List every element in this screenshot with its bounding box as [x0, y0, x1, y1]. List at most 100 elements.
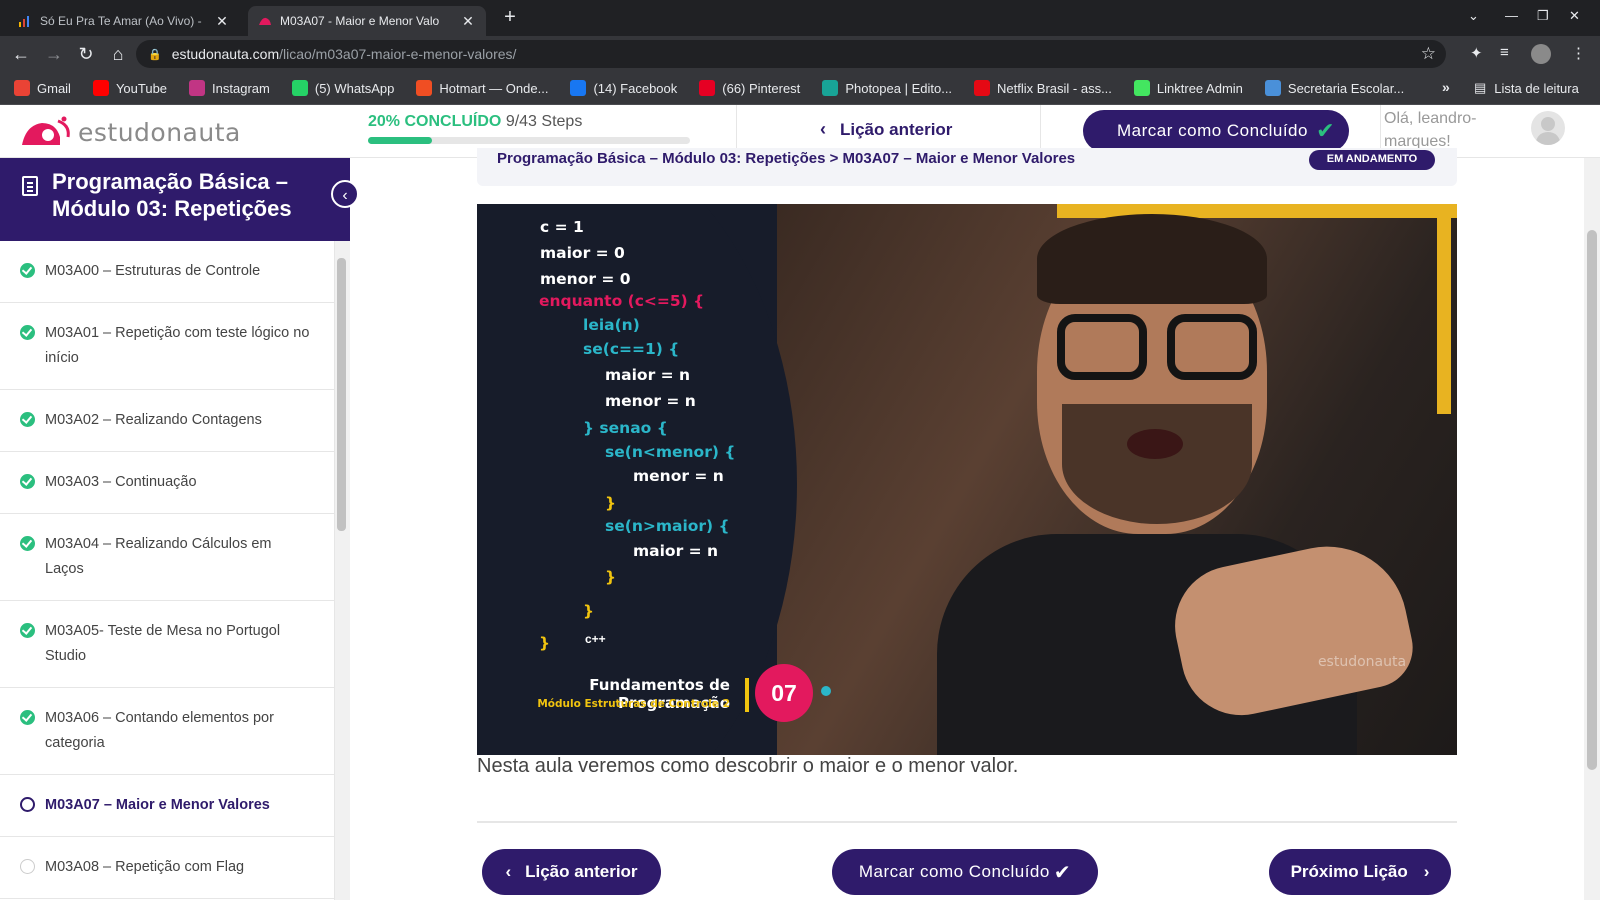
url-host: estudonauta.com: [171, 46, 280, 62]
home-icon[interactable]: ⌂: [107, 43, 129, 65]
browser-tab-music[interactable]: Só Eu Pra Te Amar (Ao Vivo) - ✕: [8, 6, 240, 36]
school-icon: [1264, 80, 1281, 96]
bookmark-item[interactable]: (66) Pinterest: [699, 80, 800, 96]
bookmark-item[interactable]: YouTube: [92, 80, 168, 96]
course-title: Programação Básica – Módulo 03: Repetiçõ…: [52, 169, 292, 221]
facebook-icon: [570, 80, 587, 96]
lesson-label: M03A00 – Estruturas de Controle: [45, 263, 261, 279]
prev-lesson-label: Lição anterior: [525, 862, 638, 881]
whatsapp-icon: [291, 80, 308, 96]
lesson-label: M03A07 – Maior e Menor Valores: [45, 797, 270, 813]
lesson-item[interactable]: M03A05- Teste de Mesa no Portugol Studio: [0, 601, 334, 688]
minimize-button[interactable]: —: [1505, 8, 1518, 23]
presenter-mouth: [1127, 429, 1183, 459]
lesson-item[interactable]: M03A01 – Repetição com teste lógico no i…: [0, 303, 334, 390]
lesson-label: M03A01 – Repetição com teste lógico no i…: [45, 325, 310, 366]
estudonauta-logo[interactable]: estudonauta: [18, 115, 241, 149]
back-icon[interactable]: ←: [10, 43, 32, 65]
url-path: /licao/m03a07-maior-e-menor-valores/: [279, 46, 517, 62]
reading-list-button[interactable]: ▤ Lista de leitura: [1474, 80, 1579, 96]
code-line: menor = n: [633, 467, 724, 485]
tab-label: M03A07 - Maior e Menor Valo: [280, 14, 440, 28]
bookmark-label: Hotmart — Onde...: [439, 80, 549, 96]
close-icon[interactable]: ✕: [214, 13, 230, 30]
next-lesson-button[interactable]: Próximo Lição ›: [1269, 849, 1451, 895]
bookmark-item[interactable]: Photopea | Edito...: [822, 80, 952, 96]
lesson-item[interactable]: M03A06 – Contando elementos por categori…: [0, 688, 334, 775]
completed-check-icon: [20, 536, 35, 551]
bookmark-label: YouTube: [115, 80, 168, 96]
lock-icon: 🔒: [148, 48, 162, 61]
video-watermark: estudonauta: [1317, 654, 1407, 670]
lesson-item[interactable]: M03A08 – Repetição com Flag: [0, 837, 334, 899]
lesson-item[interactable]: M03A00 – Estruturas de Controle: [0, 241, 334, 303]
next-lesson-label: Próximo Lição: [1290, 862, 1408, 881]
lesson-label: M03A05- Teste de Mesa no Portugol Studio: [45, 623, 281, 664]
completed-check-icon: [20, 474, 35, 489]
lesson-item[interactable]: M03A04 – Realizando Cálculos em Laços: [0, 514, 334, 601]
lesson-label: M03A08 – Repetição com Flag: [45, 859, 245, 875]
menu-icon[interactable]: ⋮: [1571, 44, 1586, 62]
forward-icon[interactable]: →: [43, 43, 65, 65]
lesson-video[interactable]: c = 1 maior = 0 menor = 0 enquanto (c<=5…: [477, 204, 1457, 755]
code-line: c = 1: [540, 218, 584, 236]
cpp-label: c++: [585, 632, 606, 646]
close-window-button[interactable]: ✕: [1569, 8, 1580, 24]
sidebar-scroll-thumb[interactable]: [337, 258, 346, 531]
address-bar[interactable]: 🔒 estudonauta.com /licao/m03a07-maior-e-…: [136, 40, 1446, 68]
lesson-item[interactable]: M03A02 – Realizando Contagens: [0, 390, 334, 452]
extensions-icon[interactable]: ✦: [1470, 44, 1483, 62]
presenter-beard: [1062, 404, 1252, 524]
browser-tab-bar: Só Eu Pra Te Amar (Ao Vivo) - ✕ M03A07 -…: [0, 0, 1600, 36]
lesson-item[interactable]: M03A07 – Maior e Menor Valores: [0, 775, 334, 837]
more-bookmarks-button[interactable]: »: [1442, 79, 1450, 95]
tab-search-icon[interactable]: ⌄: [1468, 8, 1479, 24]
bookmark-item[interactable]: Gmail: [14, 80, 71, 96]
bookmark-item[interactable]: Secretaria Escolar...: [1264, 80, 1404, 96]
circle-icon: [20, 797, 35, 812]
code-line: }: [583, 602, 595, 620]
bookmark-label: Gmail: [37, 80, 71, 96]
bookmarks-bar: Gmail YouTube Instagram (5) WhatsApp Hotmart…: [0, 72, 1600, 105]
photopea-icon: [822, 80, 839, 96]
reload-icon[interactable]: ↻: [75, 43, 97, 65]
checkmark-icon: ✔: [1053, 861, 1072, 884]
collapse-sidebar-button[interactable]: ‹: [331, 180, 359, 208]
shelf-decor: [1437, 214, 1451, 414]
bookmark-label: Photopea | Edito...: [845, 80, 953, 96]
restore-button[interactable]: ❐: [1537, 8, 1549, 24]
bookmark-label: (14) Facebook: [593, 80, 678, 96]
mark-complete-button[interactable]: Marcar como Concluído ✔: [832, 849, 1098, 895]
instagram-icon: [189, 80, 206, 96]
hotmart-icon: [416, 80, 433, 96]
completed-check-icon: [20, 623, 35, 638]
bookmark-item[interactable]: Netflix Brasil - ass...: [974, 80, 1112, 96]
bookmark-item[interactable]: Instagram: [189, 80, 270, 96]
completed-check-icon: [20, 412, 35, 427]
browser-tab-lesson[interactable]: M03A07 - Maior e Menor Valo ✕: [248, 6, 486, 36]
video-episode-number: 07: [755, 664, 813, 722]
media-control-icon[interactable]: ≡: [1500, 44, 1509, 61]
lesson-item[interactable]: M03A03 – Continuação: [0, 452, 334, 514]
close-icon[interactable]: ✕: [460, 13, 476, 30]
logo-text: estudonauta: [78, 117, 241, 147]
completed-check-icon: [20, 325, 35, 340]
video-dot: [821, 686, 831, 696]
new-tab-button[interactable]: +: [498, 6, 522, 29]
lesson-label: M03A02 – Realizando Contagens: [45, 412, 262, 428]
browser-toolbar: ← → ↻ ⌂ 🔒 estudonauta.com /licao/m03a07-…: [0, 36, 1600, 72]
bookmark-item[interactable]: (5) WhatsApp: [291, 80, 394, 96]
astronaut-logo-icon: [22, 116, 70, 145]
profile-avatar[interactable]: [1531, 44, 1551, 64]
bookmark-label: Linktree Admin: [1156, 80, 1243, 96]
bookmark-star-icon[interactable]: ☆: [1421, 44, 1436, 64]
prev-lesson-button[interactable]: ‹ Lição anterior: [482, 849, 661, 895]
bookmark-item[interactable]: Hotmart — Onde...: [416, 80, 548, 96]
bookmark-item[interactable]: (14) Facebook: [570, 80, 677, 96]
page-scroll-thumb[interactable]: [1587, 230, 1597, 770]
estudonauta-favicon-icon: [258, 14, 272, 28]
lesson-description: Nesta aula veremos como descobrir o maio…: [477, 755, 1019, 777]
chevron-right-icon: ›: [1423, 862, 1430, 881]
bookmark-item[interactable]: Linktree Admin: [1133, 80, 1243, 96]
chevron-left-icon: ‹: [342, 187, 348, 204]
